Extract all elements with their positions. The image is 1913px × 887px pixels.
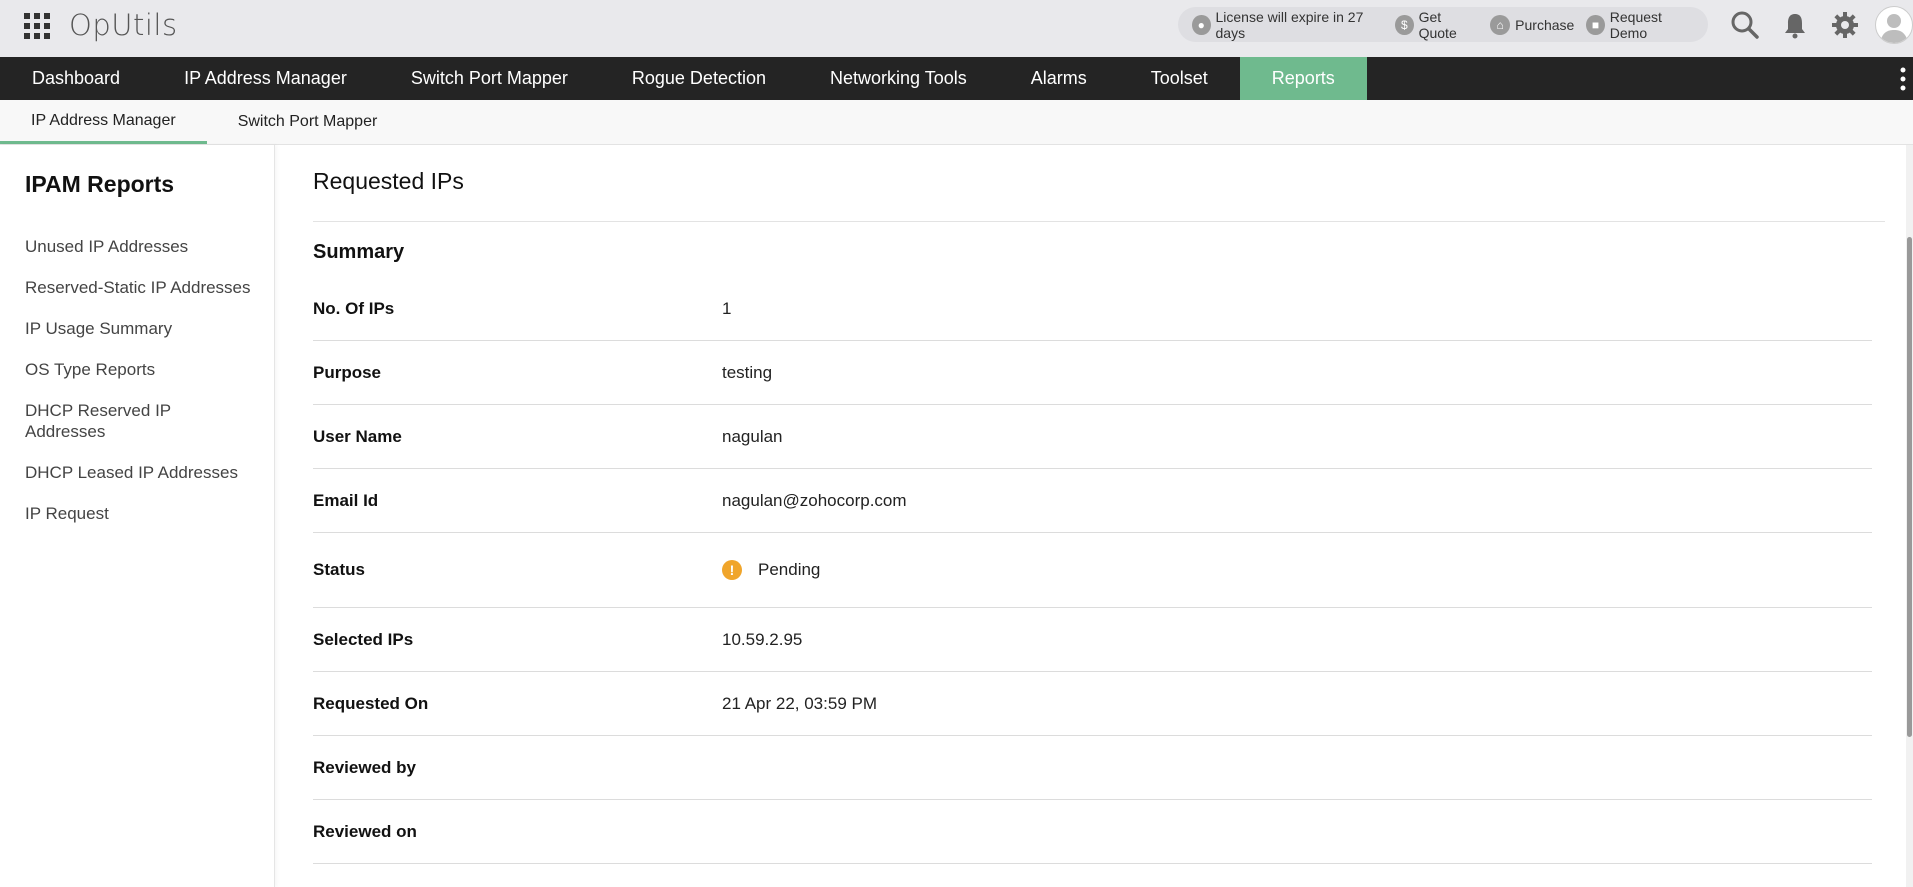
row-label: User Name: [313, 426, 402, 446]
summary-row: Selected IPs 10.59.2.95: [313, 608, 1872, 672]
summary-row: Reviewed on: [313, 800, 1872, 864]
sidebar-item-unused-ip-addresses[interactable]: Unused IP Addresses: [25, 236, 260, 257]
gear-icon[interactable]: [1830, 10, 1860, 40]
license-expiry[interactable]: ● License will expire in 27 days: [1192, 9, 1383, 41]
get-quote-link[interactable]: $ Get Quote: [1395, 9, 1478, 41]
row-label: Reviewed by: [313, 757, 416, 777]
row-label: Purpose: [313, 362, 382, 382]
sidebar-item-ip-request[interactable]: IP Request: [25, 503, 260, 524]
page-title: Requested IPs: [313, 168, 464, 194]
row-value: nagulan@zohocorp.com: [722, 490, 907, 510]
row-value: testing: [722, 362, 773, 382]
nav-dashboard[interactable]: Dashboard: [0, 57, 152, 100]
tab-switch-port-mapper[interactable]: Switch Port Mapper: [207, 100, 409, 144]
row-label: Selected IPs: [313, 629, 414, 649]
apps-grid-icon[interactable]: [24, 13, 50, 39]
summary-row: No. Of IPs 1: [313, 277, 1872, 341]
more-options-icon[interactable]: [1897, 65, 1909, 93]
license-text: License will expire in 27 days: [1215, 8, 1364, 41]
sub-navigation: IP Address Manager Switch Port Mapper: [0, 100, 1913, 145]
section-title: Summary: [313, 241, 405, 263]
top-header: OpUtils ● License will expire in 27 days…: [0, 0, 1913, 58]
request-demo-link[interactable]: ■ Request Demo: [1586, 9, 1696, 41]
row-label: Status: [313, 560, 365, 579]
bell-icon[interactable]: [1780, 10, 1810, 40]
app-title[interactable]: OpUtils: [69, 8, 178, 42]
summary-row: Requested On 21 Apr 22, 03:59 PM: [313, 672, 1872, 736]
sidebar-item-dhcp-leased-ip-addresses[interactable]: DHCP Leased IP Addresses: [25, 462, 260, 483]
nav-switch-port-mapper[interactable]: Switch Port Mapper: [379, 57, 600, 100]
row-label: Email Id: [313, 490, 379, 510]
nav-networking-tools[interactable]: Networking Tools: [798, 57, 999, 100]
nav-ip-address-manager[interactable]: IP Address Manager: [152, 57, 379, 100]
row-value: 1: [722, 298, 732, 318]
search-icon[interactable]: [1730, 10, 1760, 40]
tab-ip-address-manager[interactable]: IP Address Manager: [0, 100, 207, 144]
row-value: 21 Apr 22, 03:59 PM: [722, 693, 877, 713]
pending-warning-icon: !: [722, 560, 742, 580]
status-text: Pending: [758, 560, 821, 579]
row-label: Requested On: [313, 693, 429, 713]
cart-icon: ⌂: [1490, 14, 1511, 35]
summary-row: Email Id nagulan@zohocorp.com: [313, 469, 1872, 533]
get-quote-label: Get Quote: [1418, 8, 1457, 41]
sidebar-item-ip-usage-summary[interactable]: IP Usage Summary: [25, 318, 260, 339]
license-icon: ●: [1192, 14, 1211, 35]
summary-row: User Name nagulan: [313, 405, 1872, 469]
summary-row: Status ! Pending: [313, 533, 1872, 608]
status-value: ! Pending: [722, 560, 820, 580]
content-scrollbar[interactable]: [1906, 145, 1913, 887]
nav-reports[interactable]: Reports: [1239, 57, 1367, 100]
user-avatar-icon[interactable]: [1875, 6, 1913, 44]
license-bar: ● License will expire in 27 days $ Get Q…: [1178, 7, 1708, 42]
sidebar-list: Unused IP Addresses Reserved-Static IP A…: [25, 236, 260, 544]
summary-row: Reviewed by: [313, 736, 1872, 800]
row-label: Reviewed on: [313, 821, 417, 841]
sidebar-item-reserved-static-ip-addresses[interactable]: Reserved-Static IP Addresses: [25, 277, 260, 298]
reports-sidebar: IPAM Reports Unused IP Addresses Reserve…: [0, 145, 275, 887]
nav-rogue-detection[interactable]: Rogue Detection: [600, 57, 798, 100]
title-divider: [313, 221, 1885, 222]
dollar-icon: $: [1395, 14, 1414, 35]
purchase-link[interactable]: ⌂ Purchase: [1490, 14, 1575, 35]
sidebar-item-dhcp-reserved-ip-addresses[interactable]: DHCP Reserved IP Addresses: [25, 400, 195, 442]
nav-alarms[interactable]: Alarms: [999, 57, 1119, 100]
purchase-label: Purchase: [1515, 16, 1575, 33]
main-navigation: Dashboard IP Address Manager Switch Port…: [0, 57, 1913, 100]
sidebar-item-os-type-reports[interactable]: OS Type Reports: [25, 359, 260, 380]
sidebar-title: IPAM Reports: [25, 171, 175, 197]
row-value: nagulan: [722, 426, 783, 446]
demo-icon: ■: [1586, 14, 1605, 35]
summary-row: Purpose testing: [313, 341, 1872, 405]
row-value: 10.59.2.95: [722, 629, 803, 649]
scrollbar-thumb[interactable]: [1907, 237, 1912, 737]
main-content: Requested IPs Summary No. Of IPs 1 Purpo…: [275, 145, 1905, 887]
row-label: No. Of IPs: [313, 298, 395, 318]
request-demo-label: Request Demo: [1609, 8, 1662, 41]
nav-toolset[interactable]: Toolset: [1119, 57, 1240, 100]
summary-table: No. Of IPs 1 Purpose testing User Name n…: [313, 277, 1872, 864]
